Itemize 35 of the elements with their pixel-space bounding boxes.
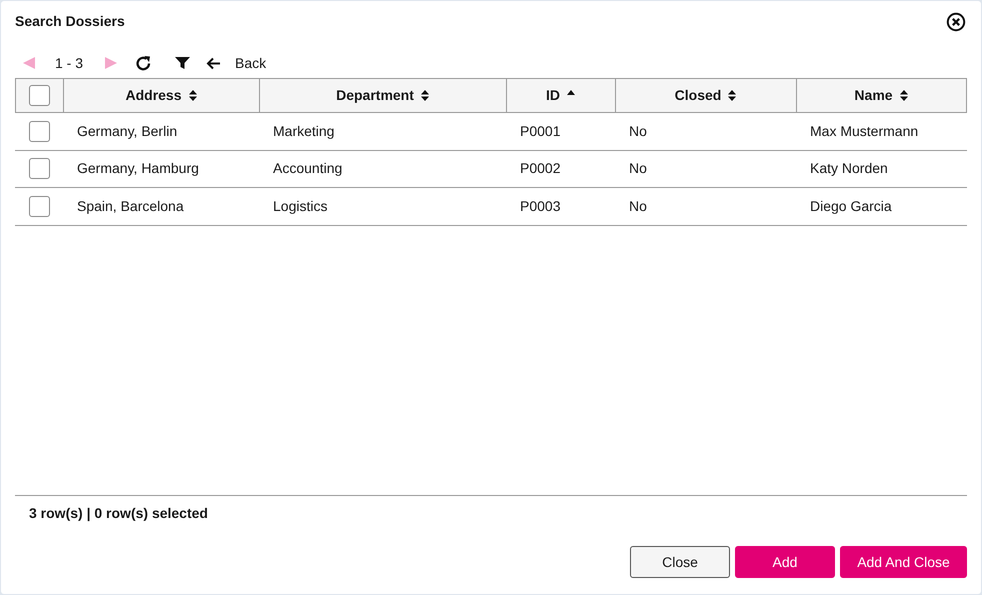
table-cell-text: P0001 bbox=[520, 122, 560, 141]
dialog-title: Search Dossiers bbox=[15, 12, 125, 31]
column-header[interactable]: Address bbox=[64, 79, 260, 112]
table-cell-text: Germany, Hamburg bbox=[77, 159, 199, 178]
checkbox[interactable] bbox=[28, 158, 50, 180]
table-cell-text: P0003 bbox=[520, 196, 560, 216]
table-cell-text: Max Mustermann bbox=[810, 122, 918, 141]
primary-button[interactable]: Add bbox=[735, 546, 835, 578]
back-arrow-icon[interactable] bbox=[206, 56, 222, 70]
table-cell-text: No bbox=[629, 196, 647, 216]
column-header[interactable]: Closed bbox=[616, 79, 797, 112]
table-cell-text: Marketing bbox=[273, 122, 334, 141]
checkbox[interactable] bbox=[28, 120, 50, 142]
page-range: 1 - 3 bbox=[55, 54, 84, 72]
secondary-button[interactable]: Close bbox=[630, 546, 730, 578]
table-cell-text: Diego Garcia bbox=[810, 196, 892, 216]
back-link[interactable]: Back bbox=[235, 52, 266, 74]
refresh-icon[interactable] bbox=[135, 54, 152, 72]
checkbox[interactable] bbox=[28, 196, 50, 217]
checkbox[interactable] bbox=[29, 85, 50, 106]
primary-button[interactable]: Add And Close bbox=[840, 546, 967, 578]
table-cell-text: Accounting bbox=[273, 159, 342, 178]
table-cell-text: Logistics bbox=[273, 196, 328, 216]
table-cell-text: P0002 bbox=[520, 159, 560, 178]
column-header[interactable]: Name bbox=[797, 79, 966, 112]
table-cell-text: Germany, Berlin bbox=[77, 122, 178, 141]
table-cell-text: Spain, Barcelona bbox=[77, 196, 184, 216]
filter-icon[interactable] bbox=[175, 56, 190, 70]
table-cell-text: Katy Norden bbox=[810, 159, 888, 178]
table-cell-text: No bbox=[629, 159, 647, 178]
table-cell-text: No bbox=[629, 122, 647, 141]
column-header[interactable]: ID bbox=[507, 79, 616, 112]
selection-status: 3 row(s) | 0 row(s) selected bbox=[29, 504, 208, 524]
column-header[interactable]: Department bbox=[260, 79, 507, 112]
close-icon[interactable] bbox=[946, 12, 966, 32]
